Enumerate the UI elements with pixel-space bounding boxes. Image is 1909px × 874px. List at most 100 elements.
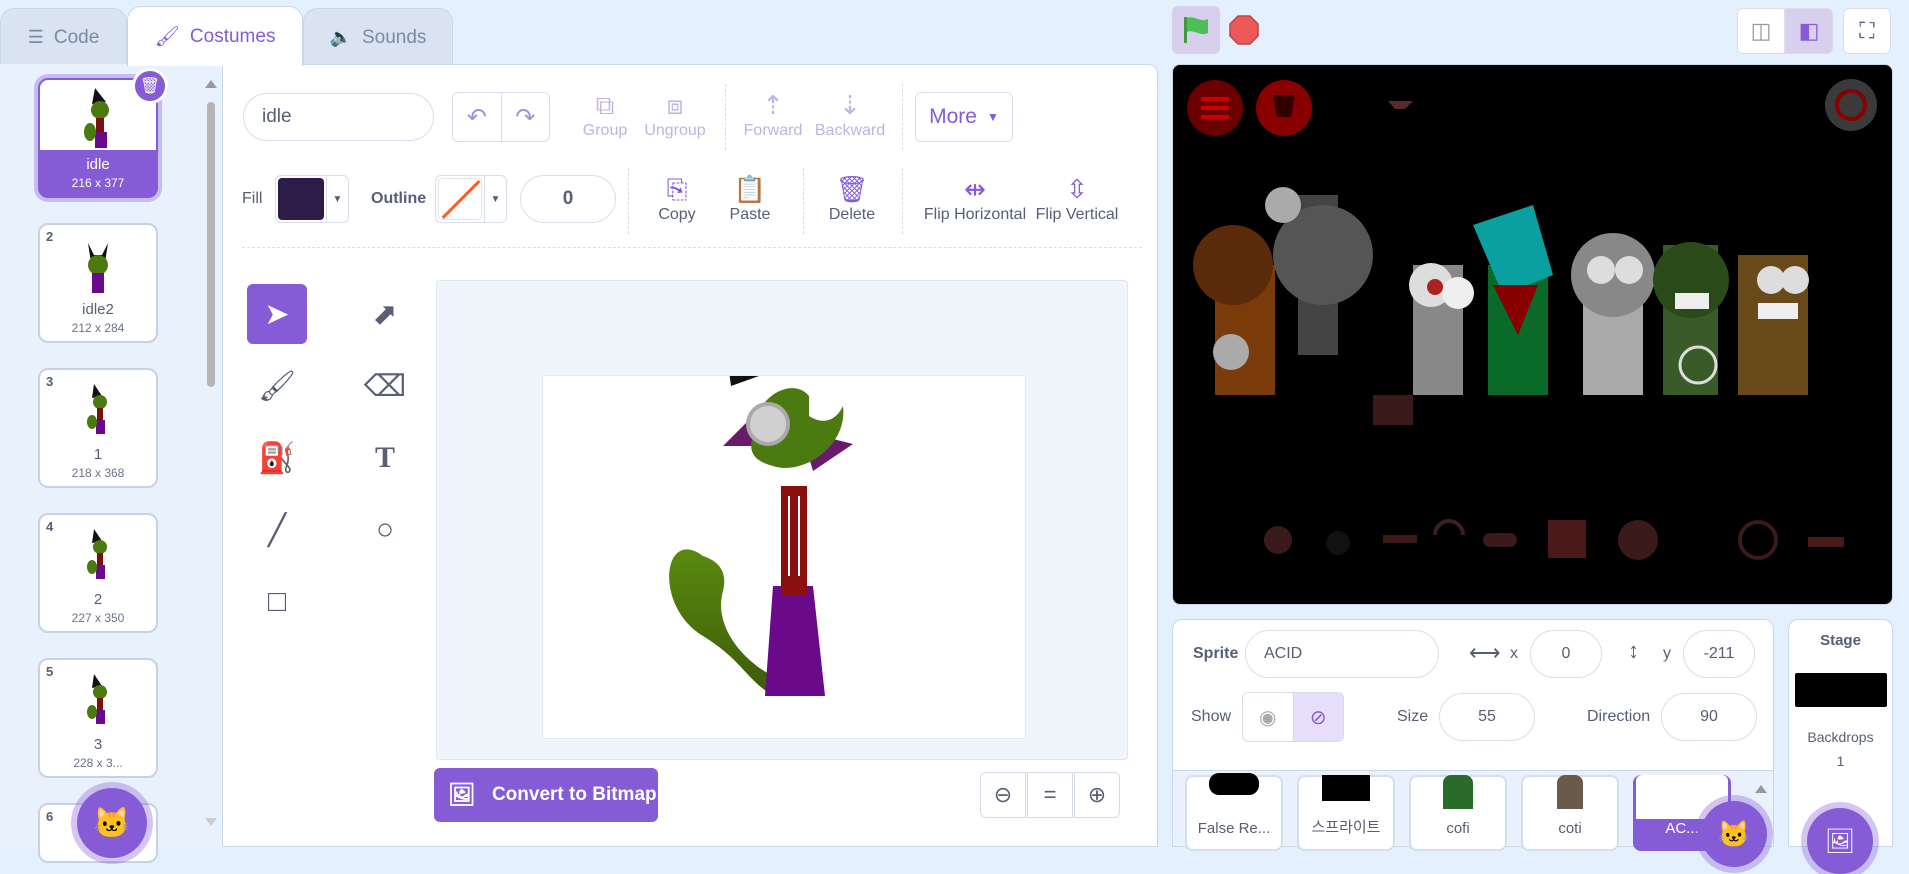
fullscreen-button[interactable]: ⛶ bbox=[1843, 8, 1891, 54]
fill-color-picker[interactable]: ▼ bbox=[275, 175, 349, 223]
costume-item[interactable]: 5 3 228 x 3... bbox=[38, 658, 158, 778]
cat-add-icon: 🐱 bbox=[93, 806, 131, 840]
costume-item[interactable]: 4 2 227 x 350 bbox=[38, 513, 158, 633]
zoom-out-button[interactable]: ⊖ bbox=[980, 772, 1026, 818]
flip-horizontal-button[interactable]: ⇹ Flip Horizontal bbox=[922, 172, 1028, 224]
costume-number: 2 bbox=[46, 229, 54, 244]
green-flag-button[interactable] bbox=[1172, 6, 1220, 54]
zoom-reset-button[interactable]: = bbox=[1027, 772, 1073, 818]
convert-to-bitmap-button[interactable]: 🖼 Convert to Bitmap bbox=[434, 768, 658, 822]
sprite-label: False Re... bbox=[1197, 820, 1271, 837]
forward-button[interactable]: ⇡ Forward bbox=[738, 88, 808, 140]
circle-icon: ○ bbox=[375, 513, 395, 546]
toolbar-divider bbox=[725, 84, 726, 150]
fill-label: Fill bbox=[242, 190, 263, 207]
scrollbar-thumb[interactable] bbox=[207, 102, 215, 387]
scroll-up-arrow[interactable] bbox=[205, 80, 217, 88]
more-dropdown[interactable]: More ▼ bbox=[915, 92, 1013, 142]
y-label: y bbox=[1663, 645, 1671, 662]
costume-size: 216 x 377 bbox=[71, 176, 125, 190]
select-tool[interactable]: ➤ bbox=[247, 284, 307, 344]
paint-canvas[interactable] bbox=[436, 280, 1128, 760]
choose-backdrop-button[interactable]: 🖼 bbox=[1807, 808, 1873, 874]
brush-tool[interactable]: 🖌 bbox=[247, 356, 307, 416]
reshape-tool[interactable]: ⬈ bbox=[355, 284, 415, 344]
y-arrows-icon: ↕ bbox=[1628, 638, 1639, 663]
toolbar-divider bbox=[902, 168, 903, 234]
costume-number: 6 bbox=[46, 809, 54, 824]
circle-tool[interactable]: ○ bbox=[355, 500, 415, 560]
outline-width-input[interactable]: 0 bbox=[520, 175, 616, 223]
costume-name-input[interactable]: idle bbox=[243, 93, 434, 141]
sprite-thumbnail bbox=[1443, 775, 1473, 809]
outline-label: Outline bbox=[371, 190, 427, 207]
tab-code[interactable]: ☰ Code bbox=[0, 8, 127, 66]
sprite-item[interactable]: 스프라이트 bbox=[1297, 775, 1395, 851]
scroll-down-arrow[interactable] bbox=[205, 818, 217, 826]
small-stage-button[interactable]: ◫ bbox=[1737, 8, 1785, 54]
sprite-list: False Re... 스프라이트 cofi coti AC... 🐱 bbox=[1172, 770, 1774, 867]
costume-list: 1 idle 216 x 377 🗑 2 idle2 212 x 284 3 1… bbox=[0, 64, 223, 863]
costume-name: 3 bbox=[93, 736, 103, 753]
tab-costumes[interactable]: 🖌 Costumes bbox=[127, 6, 303, 66]
x-input[interactable]: 0 bbox=[1530, 630, 1602, 678]
copy-button[interactable]: ⎘ Copy bbox=[650, 172, 704, 224]
copy-label: Copy bbox=[658, 206, 696, 223]
paintbrush-icon: 🖌 bbox=[154, 26, 180, 48]
brush-icon: 🖌 bbox=[257, 369, 297, 403]
zoom-in-button[interactable]: ⊕ bbox=[1074, 772, 1120, 818]
show-visible-button[interactable]: ◉ bbox=[1243, 693, 1294, 741]
ungroup-button[interactable]: ⧈ Ungroup bbox=[640, 88, 710, 140]
eraser-tool[interactable]: ⌫ bbox=[355, 356, 415, 416]
tab-sounds[interactable]: 🔈 Sounds bbox=[303, 8, 453, 66]
flip-horizontal-label: Flip Horizontal bbox=[923, 206, 1027, 223]
undo-button[interactable]: ↶ bbox=[453, 93, 502, 141]
undo-icon: ↶ bbox=[466, 103, 487, 131]
x-arrows-icon: ⟷ bbox=[1469, 640, 1501, 665]
sprite-item[interactable]: coti bbox=[1521, 775, 1619, 851]
size-input[interactable]: 55 bbox=[1439, 693, 1535, 741]
forward-label: Forward bbox=[743, 122, 803, 139]
costume-item[interactable]: 2 idle2 212 x 284 bbox=[38, 223, 158, 343]
show-hidden-button[interactable]: ⊘ bbox=[1293, 693, 1343, 741]
costume-item[interactable]: 3 1 218 x 368 bbox=[38, 368, 158, 488]
backward-button[interactable]: ⇣ Backward bbox=[812, 88, 888, 140]
group-button[interactable]: ⧉ Group bbox=[575, 88, 635, 140]
backward-label: Backward bbox=[814, 122, 886, 139]
delete-costume-button[interactable]: 🗑 bbox=[132, 68, 168, 104]
fill-tool[interactable]: ⛽ bbox=[247, 428, 307, 488]
line-tool[interactable]: ╱ bbox=[247, 500, 307, 560]
costume-size: 228 x 3... bbox=[73, 756, 123, 770]
large-stage-button[interactable]: ◧ bbox=[1785, 8, 1833, 54]
show-toggle: ◉ ⊘ bbox=[1242, 692, 1344, 742]
redo-icon: ↷ bbox=[515, 103, 536, 131]
sprite-list-scroll-up-arrow[interactable] bbox=[1755, 785, 1767, 793]
paste-button[interactable]: 📋 Paste bbox=[720, 172, 780, 224]
direction-input[interactable]: 90 bbox=[1661, 693, 1757, 741]
outline-color-picker[interactable]: ▼ bbox=[435, 175, 507, 223]
costume-thumbnail bbox=[60, 380, 136, 444]
text-tool[interactable]: T bbox=[355, 428, 415, 488]
stage-canvas[interactable] bbox=[1172, 64, 1893, 605]
choose-costume-button[interactable]: 🐱 bbox=[77, 788, 147, 858]
choose-sprite-button[interactable]: 🐱 bbox=[1701, 801, 1767, 867]
costume-size: 227 x 350 bbox=[71, 611, 125, 625]
more-label: More bbox=[929, 105, 977, 128]
stage-selector[interactable]: Stage Backdrops 1 🖼 bbox=[1788, 619, 1893, 874]
x-value: 0 bbox=[1561, 645, 1571, 662]
sprite-item[interactable]: cofi bbox=[1409, 775, 1507, 851]
y-input[interactable]: -211 bbox=[1683, 630, 1755, 678]
delete-button[interactable]: 🗑 Delete bbox=[820, 172, 884, 224]
costume-list-scrollbar[interactable] bbox=[202, 72, 220, 832]
sprite-name-input[interactable]: ACID bbox=[1245, 630, 1439, 678]
eye-icon: ◉ bbox=[1259, 706, 1277, 729]
rectangle-tool[interactable]: □ bbox=[247, 572, 307, 632]
costume-item[interactable]: 1 idle 216 x 377 🗑 bbox=[38, 68, 168, 198]
sprite-label: coti bbox=[1558, 820, 1582, 837]
redo-button[interactable]: ↷ bbox=[502, 93, 550, 141]
stop-button[interactable] bbox=[1228, 14, 1260, 46]
sprite-item[interactable]: False Re... bbox=[1185, 773, 1283, 851]
reshape-icon: ⬈ bbox=[372, 297, 398, 331]
sprite-info-panel: Sprite ACID ⟷ x 0 ↕ y -211 Show ◉ ⊘ Size… bbox=[1172, 619, 1774, 771]
flip-vertical-button[interactable]: ⇳ Flip Vertical bbox=[1034, 172, 1120, 224]
